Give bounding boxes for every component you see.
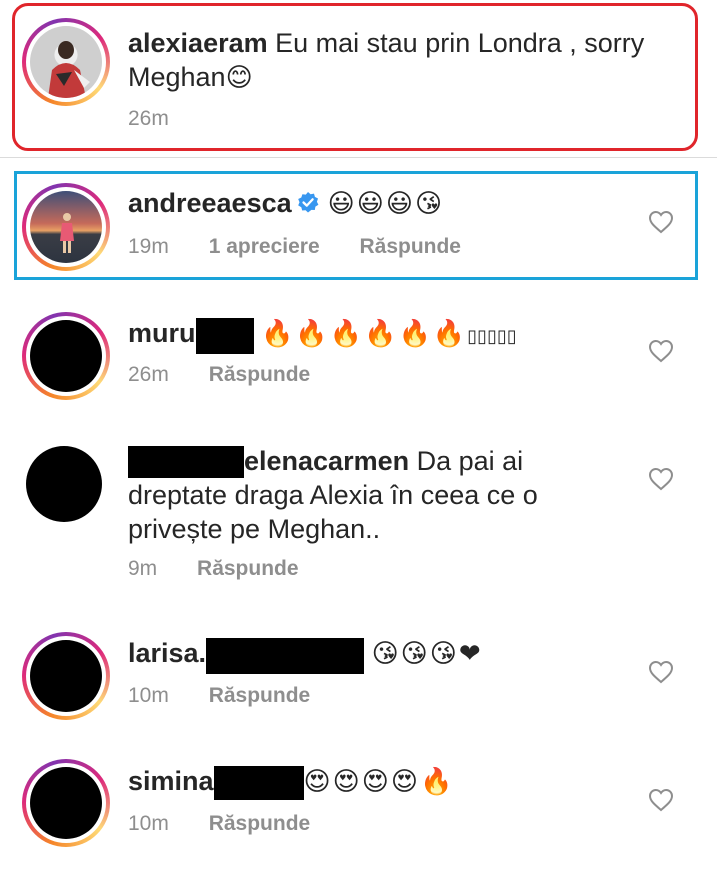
avatar[interactable] [26, 446, 102, 522]
comment-meta: 10m Răspunde [128, 684, 344, 708]
comment-text: larisa. 😘😘😘❤ [128, 636, 648, 674]
comment-meta: 26m [128, 107, 203, 131]
comment-meta: 26m Răspunde [128, 363, 344, 387]
avatar[interactable] [22, 18, 110, 106]
comment-text: alexiaeram Eu mai stau prin Londra , sor… [128, 26, 648, 95]
comment-text: elenacarmen Da pai ai dreptate draga Ale… [128, 444, 578, 546]
comment-emoji: 🔥🔥🔥🔥🔥🔥 [261, 319, 468, 349]
comment-username[interactable]: andreeaesca [128, 188, 292, 218]
redaction [128, 446, 244, 478]
timestamp: 10m [128, 684, 169, 707]
comment-emoji: 😍😍😍😍🔥 [303, 767, 455, 797]
heart-icon[interactable] [648, 339, 674, 363]
timestamp: 19m [128, 235, 169, 258]
timestamp: 10m [128, 812, 169, 835]
redaction [195, 318, 254, 354]
reply-button[interactable]: Răspunde [209, 812, 311, 835]
comment-text: simina 😍😍😍😍🔥 [128, 764, 648, 800]
avatar[interactable] [22, 183, 110, 271]
verified-badge-icon [297, 192, 319, 213]
avatar[interactable] [22, 759, 110, 847]
comment-meta: 10m Răspunde [128, 812, 344, 836]
comment-username[interactable]: alexiaeram [128, 28, 268, 58]
comment-extra-glyphs: ▯▯▯▯▯ [467, 326, 517, 347]
comment-username[interactable]: elenacarmen [244, 446, 409, 476]
comment-emoji: 😃😃😃😘 [327, 189, 445, 219]
heart-icon[interactable] [648, 210, 674, 234]
timestamp: 9m [128, 557, 158, 580]
avatar[interactable] [22, 312, 110, 400]
timestamp: 26m [128, 107, 169, 130]
comment-username[interactable]: muru [128, 318, 196, 348]
timestamp: 26m [128, 363, 169, 386]
reply-button[interactable]: Răspunde [209, 363, 311, 386]
redaction [206, 638, 365, 674]
comment-emoji: 😘😘😘❤ [371, 639, 483, 669]
reply-button[interactable]: Răspunde [359, 235, 461, 258]
comment-username[interactable]: simina [128, 766, 214, 796]
avatar[interactable] [22, 632, 110, 720]
comment-meta: 19m 1 apreciere Răspunde [128, 235, 495, 259]
heart-icon[interactable] [648, 467, 674, 491]
comment-username[interactable]: larisa. [128, 638, 206, 668]
reply-button[interactable]: Răspunde [209, 684, 311, 707]
comment-meta: 9m Răspunde [128, 557, 333, 581]
likes-count[interactable]: 1 apreciere [209, 235, 320, 258]
comment-emoji: 😊 [225, 63, 255, 93]
redaction [213, 766, 304, 800]
reply-button[interactable]: Răspunde [197, 557, 299, 580]
divider [0, 157, 717, 158]
comment-text: andreeaesca 😃😃😃😘 [128, 186, 648, 221]
comment-text: muru 🔥🔥🔥🔥🔥🔥▯▯▯▯▯ [128, 316, 648, 354]
heart-icon[interactable] [648, 788, 674, 812]
heart-icon[interactable] [648, 660, 674, 684]
